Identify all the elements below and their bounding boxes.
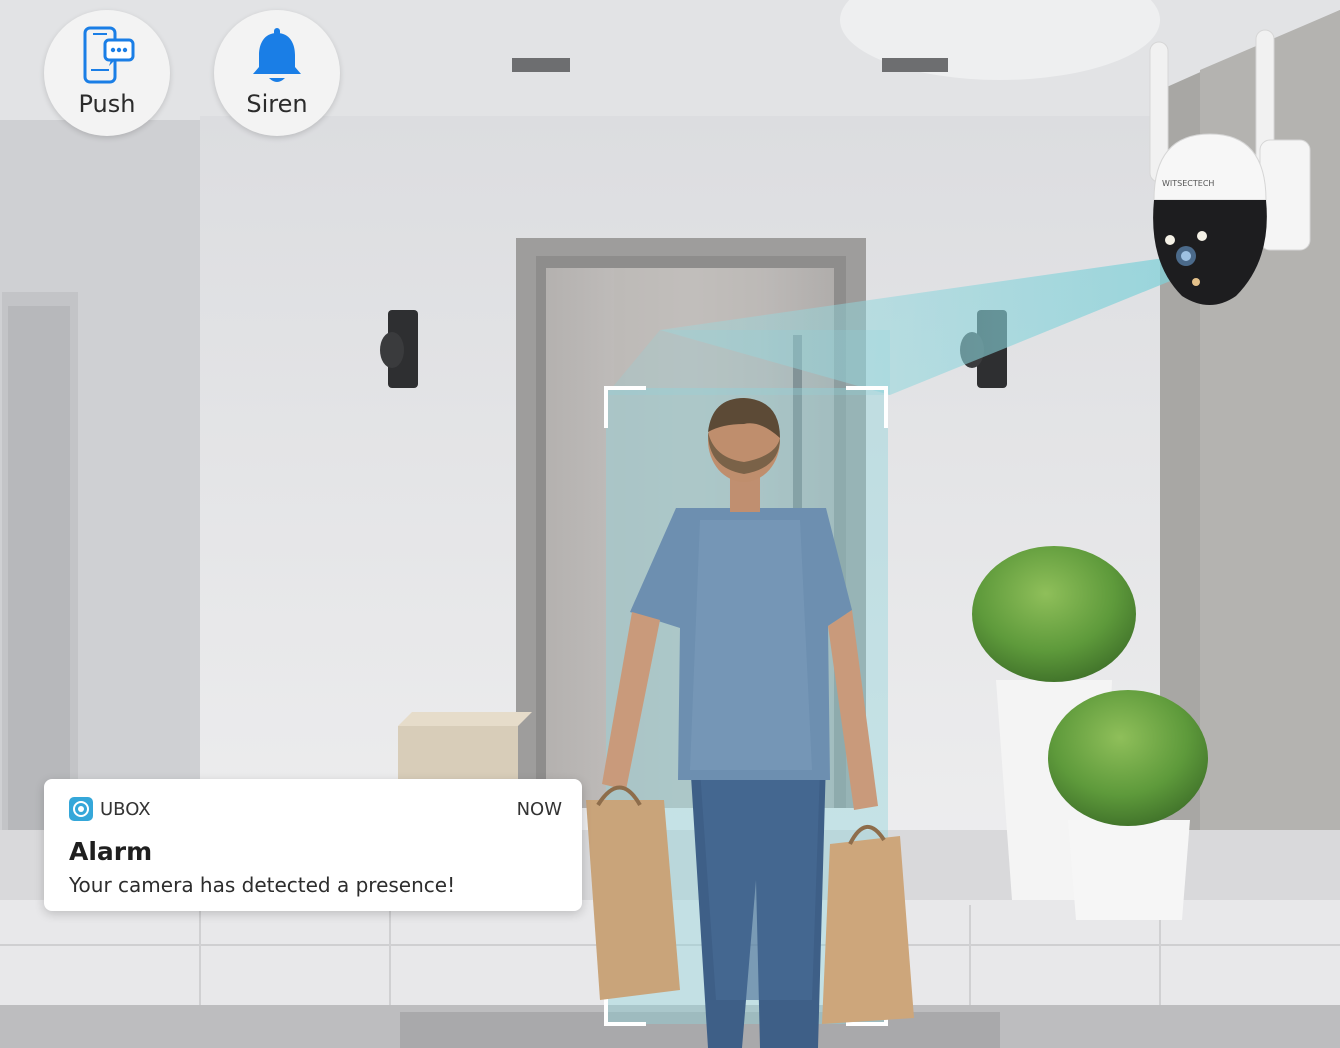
- notification-app-name: UBOX: [100, 799, 151, 820]
- phone-message-icon: [83, 26, 135, 84]
- security-scene: WITSECTECH Push Siren UBOX NOW Alarm You…: [0, 0, 1340, 1048]
- camera-brand-text: WITSECTECH: [1162, 179, 1214, 188]
- siren-label: Siren: [246, 90, 308, 118]
- siren-feature-badge: Siren: [214, 10, 340, 136]
- notification-title: Alarm: [69, 837, 153, 866]
- notification-message: Your camera has detected a presence!: [69, 873, 456, 897]
- bell-icon: [253, 28, 301, 82]
- notification-time: NOW: [516, 799, 562, 820]
- push-label: Push: [78, 90, 136, 118]
- alarm-notification[interactable]: UBOX NOW Alarm Your camera has detected …: [44, 779, 582, 911]
- ubox-app-icon: [69, 797, 93, 821]
- push-feature-badge: Push: [44, 10, 170, 136]
